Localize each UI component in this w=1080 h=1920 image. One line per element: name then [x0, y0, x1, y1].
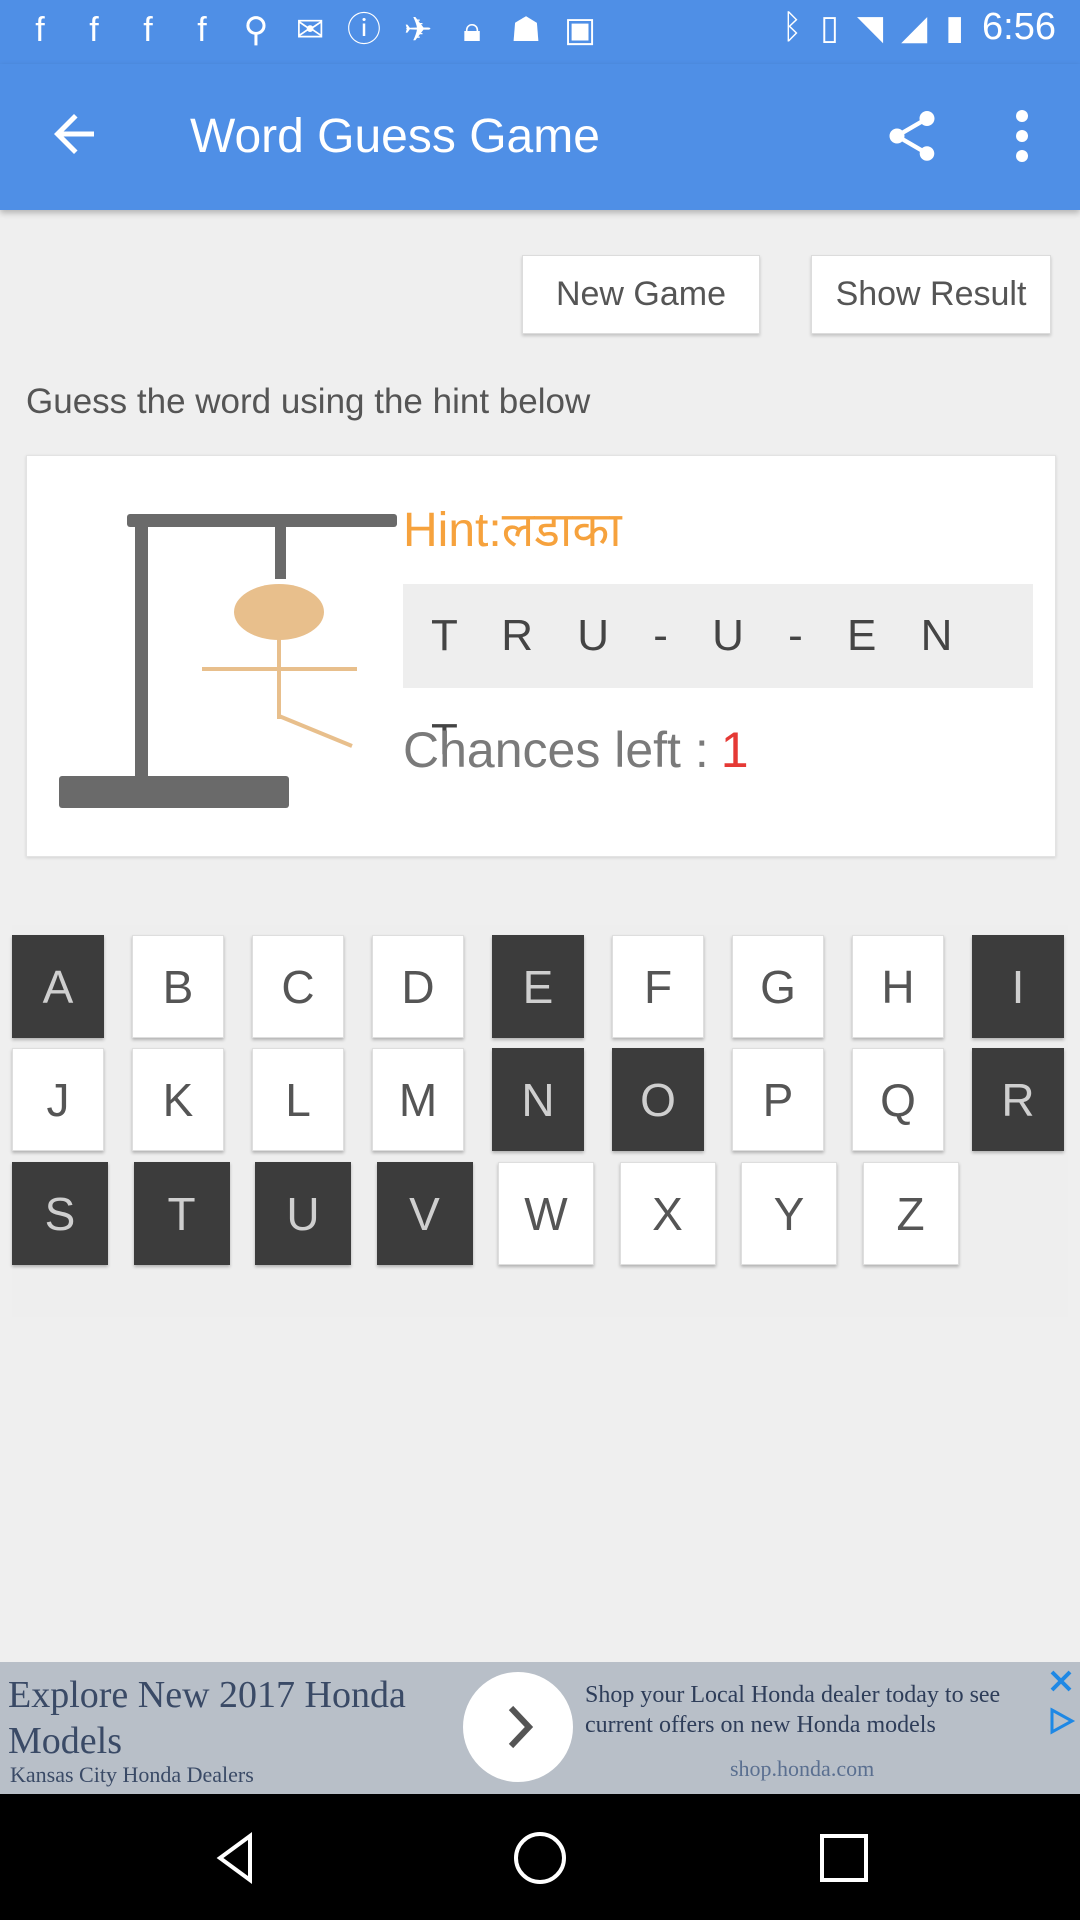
ad-advertiser: Kansas City Honda Dealers	[10, 1762, 254, 1787]
instruction-text: Guess the word using the hint below	[26, 382, 591, 421]
battery-icon: ▮	[945, 8, 965, 47]
key-g[interactable]: G	[732, 935, 824, 1038]
key-w[interactable]: W	[498, 1162, 594, 1265]
letter-keyboard: ABCDEFGHI JKLMNOPQR STUVWXYZ	[12, 925, 1068, 1317]
key-c[interactable]: C	[252, 935, 344, 1038]
facebook-icon: f	[89, 11, 99, 49]
ad-headline[interactable]: Explore New 2017 Honda Models	[8, 1672, 448, 1764]
ad-body: Shop your Local Honda dealer today to se…	[585, 1682, 1001, 1738]
gallows-rope	[275, 519, 286, 579]
key-r[interactable]: R	[972, 1048, 1064, 1151]
facebook-icon: f	[143, 11, 153, 49]
share-icon[interactable]	[882, 106, 942, 166]
key-v[interactable]: V	[376, 1162, 473, 1265]
key-j[interactable]: J	[12, 1048, 104, 1151]
key-z[interactable]: Z	[862, 1162, 959, 1265]
bluetooth-icon: ᛒ	[781, 8, 803, 46]
wifi-icon: ◥	[857, 8, 884, 47]
lock-icon: 🔒︎	[462, 11, 482, 49]
facebook-icon: f	[197, 11, 207, 49]
key-l[interactable]: L	[252, 1048, 344, 1151]
back-nav-icon[interactable]	[206, 1828, 266, 1888]
hangman-leg	[278, 714, 353, 748]
ad-arrow-button[interactable]	[463, 1672, 573, 1782]
more-options-icon[interactable]	[1002, 106, 1042, 166]
key-o[interactable]: O	[612, 1048, 704, 1151]
key-p[interactable]: P	[732, 1048, 824, 1151]
hangman-drawing	[59, 514, 397, 808]
key-i[interactable]: I	[972, 935, 1064, 1038]
navigation-bar	[0, 1794, 1080, 1920]
key-e[interactable]: E	[492, 935, 584, 1038]
notification-icons: f f f f ⚲ ✉ ⓘ ✈ 🔒︎ ☗ ▣	[20, 10, 600, 50]
key-d[interactable]: D	[372, 935, 464, 1038]
signal-icon: ◢	[901, 8, 928, 47]
show-result-button[interactable]: Show Result	[811, 255, 1051, 334]
key-f[interactable]: F	[612, 935, 704, 1038]
facebook-icon: f	[35, 11, 45, 49]
chances-count: 1	[720, 722, 749, 778]
page-title: Word Guess Game	[190, 110, 600, 163]
alert-icon: ⓘ	[347, 11, 381, 49]
chances-left: Chances left :1	[403, 721, 749, 779]
hangman-head	[234, 584, 324, 640]
hint-text: Hint:लडाका	[403, 504, 622, 557]
key-m[interactable]: M	[372, 1048, 464, 1151]
key-t[interactable]: T	[133, 1162, 230, 1265]
gallows-beam	[127, 514, 397, 527]
word-pattern: T R U - U - E N T	[403, 584, 1033, 764]
home-nav-icon[interactable]	[510, 1828, 570, 1888]
keyhole-icon: ⚲	[243, 11, 269, 49]
app-bar: Word Guess Game	[0, 64, 1080, 210]
status-bar: f f f f ⚲ ✉ ⓘ ✈ 🔒︎ ☗ ▣ ᛒ ▯ ◥ ◢ ▮ 6:56	[0, 0, 1080, 64]
status-time: 6:56	[982, 6, 1056, 48]
key-h[interactable]: H	[852, 935, 944, 1038]
new-game-button[interactable]: New Game	[522, 255, 760, 334]
key-y[interactable]: Y	[741, 1162, 837, 1265]
vibrate-icon: ▯	[820, 8, 839, 47]
adchoices-icon[interactable]	[1046, 1706, 1076, 1736]
key-k[interactable]: K	[132, 1048, 224, 1151]
key-a[interactable]: A	[12, 935, 104, 1038]
system-status: ᛒ ▯ ◥ ◢ ▮ 6:56	[782, 6, 1056, 49]
chevron-right-icon	[508, 1705, 534, 1749]
key-x[interactable]: X	[619, 1162, 716, 1265]
key-q[interactable]: Q	[852, 1048, 944, 1151]
key-u[interactable]: U	[255, 1162, 351, 1265]
back-arrow-icon[interactable]	[44, 104, 104, 164]
ad-close-icon[interactable]	[1046, 1666, 1076, 1696]
satellite-icon: ✈	[403, 11, 433, 49]
ad-domain: shop.honda.com	[730, 1756, 875, 1781]
key-b[interactable]: B	[132, 935, 224, 1038]
key-s[interactable]: S	[12, 1162, 108, 1265]
recents-nav-icon[interactable]	[814, 1828, 874, 1888]
ad-banner[interactable]: Explore New 2017 Honda Models Kansas Cit…	[0, 1662, 1080, 1794]
android-icon: ☗	[510, 11, 542, 49]
gallows-pole	[135, 516, 148, 781]
inbox-icon: ▣	[563, 11, 597, 49]
chances-label: Chances left :	[403, 722, 709, 778]
mail-icon: ✉	[295, 11, 325, 49]
gallows-base	[59, 776, 289, 808]
game-card: Hint:लडाका T R U - U - E N T Chances lef…	[26, 455, 1056, 857]
key-n[interactable]: N	[492, 1048, 584, 1151]
